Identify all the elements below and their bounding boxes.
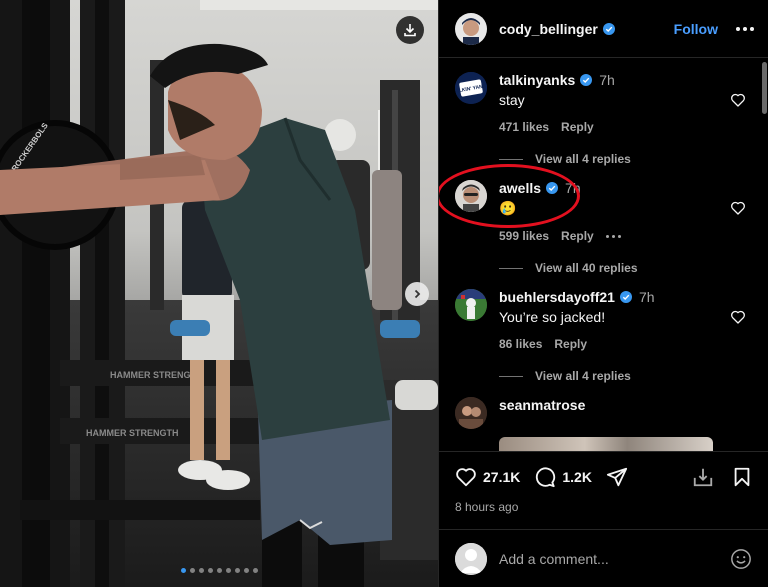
- comment-time: 7h: [565, 180, 581, 196]
- comments-list[interactable]: TALKIN' YANKS talkinyanks 7h stay 471 li…: [439, 58, 760, 451]
- comment-options-button[interactable]: [605, 234, 621, 238]
- share-button[interactable]: [606, 466, 628, 488]
- comment-time: 7h: [599, 72, 615, 88]
- carousel-dot: [243, 568, 249, 573]
- comments-count[interactable]: 1.2K: [562, 469, 592, 485]
- user-placeholder-icon: [455, 542, 487, 575]
- carousel-dot: [198, 568, 204, 573]
- chevron-right-icon: [414, 289, 421, 299]
- comment-username[interactable]: awells: [499, 180, 541, 196]
- carousel-dot: [207, 568, 213, 573]
- comment-composer: [439, 529, 768, 587]
- post-header: cody_bellinger Follow: [439, 0, 768, 58]
- gym-scene: HAMMER STRENGTH HAMMER STRENGTH ROCKERBO…: [0, 0, 438, 587]
- more-dot-icon: [750, 26, 754, 31]
- verified-icon: [602, 22, 615, 35]
- heart-icon: [456, 468, 476, 487]
- comment-time: 7h: [638, 289, 655, 305]
- more-options-button[interactable]: [736, 26, 754, 31]
- verified-icon: [619, 291, 632, 303]
- post-viewer: HAMMER STRENGTH HAMMER STRENGTH ROCKERBO…: [0, 0, 768, 587]
- carousel-dot: [234, 568, 240, 573]
- comment-input[interactable]: [499, 550, 730, 567]
- avatar-image: [455, 397, 487, 429]
- comment-item: buehlersdayoff21 7h You’re so jacked! 86…: [439, 275, 760, 351]
- comment-username[interactable]: seanmatrose: [499, 397, 585, 413]
- post-actions: 27.1K 1.2K 8 hours ago: [439, 451, 768, 529]
- emoji-icon[interactable]: [730, 548, 752, 570]
- author-username[interactable]: cody_bellinger: [499, 21, 615, 37]
- machine-brand-1: HAMMER STRENGTH: [110, 370, 203, 380]
- view-replies-button[interactable]: View all 4 replies: [499, 369, 760, 383]
- avatar-image: [455, 289, 487, 321]
- view-replies-button[interactable]: View all 4 replies: [499, 152, 760, 166]
- like-comment-icon[interactable]: [730, 92, 746, 108]
- author-avatar[interactable]: [455, 12, 487, 45]
- comments-scrollbar[interactable]: [762, 62, 767, 114]
- commenter-avatar[interactable]: [455, 180, 487, 212]
- machine-brand-2: HAMMER STRENGTH: [86, 428, 179, 438]
- post-photo[interactable]: HAMMER STRENGTH HAMMER STRENGTH ROCKERBO…: [0, 0, 438, 587]
- view-replies-button[interactable]: View all 40 replies: [499, 261, 760, 275]
- current-user-avatar: [455, 542, 487, 575]
- carousel-indicator: [0, 568, 438, 573]
- like-comment-icon[interactable]: [730, 200, 746, 216]
- more-dot-icon: [736, 26, 740, 31]
- carousel-dot: [180, 568, 186, 573]
- verified-icon: [580, 74, 593, 86]
- comment-icon: [536, 467, 556, 488]
- comment-text: You’re so jacked!: [499, 309, 606, 325]
- comment-item: seanmatrose: [439, 383, 760, 429]
- comment-text: stay: [499, 92, 525, 108]
- add-to-story-icon[interactable]: [692, 466, 714, 488]
- reply-button[interactable]: Reply: [561, 120, 594, 134]
- comment-media[interactable]: [499, 437, 713, 451]
- likes-count[interactable]: 27.1K: [483, 469, 520, 485]
- commenter-avatar[interactable]: [455, 289, 487, 321]
- comments-panel: cody_bellinger Follow TALKIN' YANKS talk…: [438, 0, 768, 587]
- comment-username[interactable]: buehlersdayoff21: [499, 289, 615, 305]
- post-time-ago: 8 hours ago: [455, 500, 519, 514]
- carousel-dot: [216, 568, 222, 573]
- comment-item: awells 7h 🥲 599 likes Reply: [439, 166, 760, 243]
- comment-button[interactable]: 1.2K: [534, 466, 592, 488]
- carousel-dot: [189, 568, 195, 573]
- author-name[interactable]: cody_bellinger: [499, 21, 598, 37]
- carousel-dot: [252, 568, 258, 573]
- like-button[interactable]: 27.1K: [455, 466, 520, 488]
- commenter-avatar[interactable]: [455, 397, 487, 429]
- follow-button[interactable]: Follow: [674, 21, 718, 37]
- verified-icon: [546, 182, 559, 194]
- reply-button[interactable]: Reply: [561, 229, 594, 243]
- avatar-image: [455, 180, 487, 212]
- dot-icon: [605, 234, 609, 238]
- bookmark-icon[interactable]: [732, 466, 752, 488]
- comment-username[interactable]: talkinyanks: [499, 72, 575, 88]
- like-comment-icon[interactable]: [730, 309, 746, 325]
- comment-likes[interactable]: 599 likes: [499, 229, 549, 243]
- download-icon: [404, 24, 416, 37]
- comment-likes[interactable]: 471 likes: [499, 120, 549, 134]
- dot-icon: [611, 234, 615, 238]
- comment-item: TALKIN' YANKS talkinyanks 7h stay 471 li…: [439, 58, 760, 134]
- carousel-next-button[interactable]: [405, 282, 429, 306]
- avatar-image: [455, 12, 487, 45]
- more-dot-icon: [743, 26, 747, 31]
- send-icon: [606, 467, 628, 487]
- dot-icon: [617, 234, 621, 238]
- comment-likes[interactable]: 86 likes: [499, 337, 542, 351]
- commenter-avatar[interactable]: TALKIN' YANKS: [455, 72, 487, 104]
- comment-text: 🥲: [499, 200, 517, 216]
- carousel-dot: [225, 568, 231, 573]
- download-button[interactable]: [396, 16, 424, 44]
- reply-button[interactable]: Reply: [554, 337, 587, 351]
- talkinyanks-logo-icon: TALKIN' YANKS: [455, 72, 487, 104]
